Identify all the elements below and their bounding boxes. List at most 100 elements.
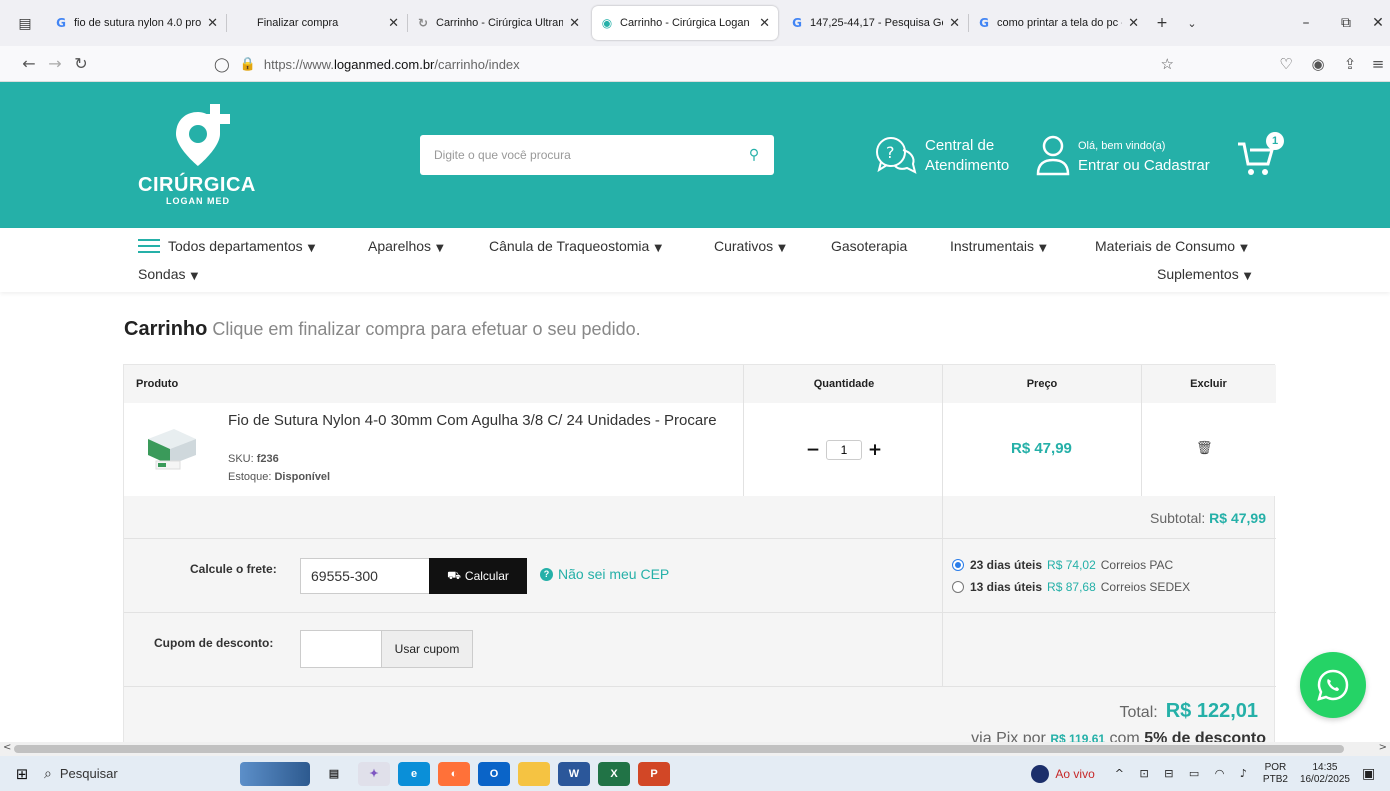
pocket-icon[interactable]: ♡ bbox=[1270, 55, 1302, 73]
tray-icons[interactable]: ^ ⊡ ⊟ ▭ ◠ ♪ bbox=[1115, 767, 1253, 780]
user-greeting: Olá, bem vindo(a) bbox=[1078, 140, 1166, 152]
tab-title: 147,25-44,17 - Pesquisa Goo bbox=[810, 17, 944, 29]
shield-icon[interactable]: ◯ bbox=[214, 56, 230, 73]
clock[interactable]: 14:35 16/02/2025 bbox=[1300, 762, 1350, 786]
tab-carrinho-ultramed[interactable]: ↻ Carrinho - Cirúrgica Ultrame ✕ bbox=[408, 6, 588, 40]
search-icon[interactable]: ⚲ bbox=[734, 147, 774, 163]
close-window-icon[interactable]: ✕ bbox=[1366, 15, 1390, 31]
nav-sondas[interactable]: Sondas ▼ bbox=[138, 266, 198, 282]
apply-coupon-button[interactable]: Usar cupom bbox=[381, 630, 473, 668]
close-icon[interactable]: ✕ bbox=[207, 15, 218, 31]
nav-instrumentais[interactable]: Instrumentais ▼ bbox=[950, 238, 1047, 254]
question-icon: ? bbox=[540, 567, 553, 581]
forward-icon[interactable]: → bbox=[42, 54, 68, 73]
horizontal-scrollbar[interactable]: < > bbox=[0, 742, 1390, 756]
cep-input[interactable] bbox=[300, 558, 430, 594]
tab-carrinho-logan[interactable]: ◉ Carrinho - Cirúrgica Logan ✕ bbox=[592, 6, 778, 40]
reload-icon[interactable]: ↻ bbox=[68, 54, 94, 73]
menu-icon[interactable]: ≡ bbox=[1366, 55, 1390, 73]
calculate-shipping-button[interactable]: ⛟ Calcular bbox=[429, 558, 527, 594]
notification-icon[interactable]: ▣ bbox=[1362, 766, 1390, 782]
decrease-quantity-button[interactable]: − bbox=[804, 440, 822, 460]
nav-canula[interactable]: Cânula de Traqueostomia ▼ bbox=[489, 238, 662, 254]
no-cep-link[interactable]: ? Não sei meu CEP bbox=[540, 566, 669, 582]
shipping-option-sedex[interactable]: 13 dias úteis R$ 87,68 Correios SEDEX bbox=[952, 580, 1190, 594]
lock-icon[interactable]: 🔒 bbox=[240, 56, 256, 72]
tab-list-icon[interactable]: ▤ bbox=[10, 8, 40, 38]
close-icon[interactable]: ✕ bbox=[569, 15, 580, 31]
nav-curativos[interactable]: Curativos ▼ bbox=[714, 238, 786, 254]
tab-title: Finalizar compra bbox=[257, 17, 339, 29]
chevron-down-icon: ▼ bbox=[778, 243, 786, 254]
restore-icon[interactable]: ⧉ bbox=[1326, 15, 1366, 31]
trash-icon[interactable]: 🗑 bbox=[1196, 441, 1213, 456]
google-icon: G bbox=[56, 16, 66, 30]
excel-icon[interactable]: X bbox=[598, 761, 630, 786]
search-bar: ⚲ bbox=[420, 135, 774, 175]
product-name[interactable]: Fio de Sutura Nylon 4-0 30mm Com Agulha … bbox=[228, 411, 728, 430]
tab-google-printar[interactable]: G como printar a tela do pc - ✕ bbox=[969, 6, 1147, 40]
url-path: /carrinho/index bbox=[434, 56, 520, 72]
tab-google-coordenadas[interactable]: G 147,25-44,17 - Pesquisa Goo ✕ bbox=[782, 6, 968, 40]
whatsapp-button[interactable] bbox=[1300, 652, 1366, 718]
tab-google-sutura[interactable]: G fio de sutura nylon 4.0 proca ✕ bbox=[46, 6, 226, 40]
tab-finalizar-compra[interactable]: Finalizar compra ✕ bbox=[227, 6, 407, 40]
task-view-icon[interactable]: ▤ bbox=[318, 762, 350, 786]
close-icon[interactable]: ✕ bbox=[759, 15, 770, 31]
chevron-down-icon: ▼ bbox=[1240, 243, 1248, 254]
chevron-down-icon[interactable]: ⌄ bbox=[1177, 17, 1207, 30]
language-indicator[interactable]: POR PTB2 bbox=[1263, 762, 1288, 786]
user-icon bbox=[1036, 135, 1070, 176]
chevron-down-icon: ▼ bbox=[436, 243, 444, 254]
account-icon[interactable]: ◉ bbox=[1302, 55, 1334, 73]
page-title: Carrinho Clique em finalizar compra para… bbox=[124, 318, 641, 341]
scrollbar-thumb[interactable] bbox=[14, 745, 1344, 753]
close-icon[interactable]: ✕ bbox=[1128, 15, 1139, 31]
logo[interactable]: CIRÚRGICA LOGAN MED bbox=[138, 104, 268, 206]
help-center[interactable]: ? Central de Atendimento bbox=[873, 134, 1009, 178]
edge-icon[interactable]: e bbox=[398, 761, 430, 786]
scroll-left-icon[interactable]: < bbox=[3, 742, 11, 753]
url-bar[interactable]: ◯ 🔒 https://www. loganmed.com.br/carrinho… bbox=[214, 50, 1174, 78]
taskbar-search[interactable]: ⌕ Pesquisar bbox=[44, 756, 234, 791]
logo-cross-pin-icon bbox=[176, 104, 230, 166]
nav-aparelhos[interactable]: Aparelhos ▼ bbox=[368, 238, 444, 254]
nav-gasoterapia[interactable]: Gasoterapia bbox=[831, 238, 907, 254]
login-link[interactable]: Entrar ou Cadastrar bbox=[1078, 157, 1210, 174]
share-icon[interactable]: ⇪ bbox=[1334, 55, 1366, 73]
back-icon[interactable]: ← bbox=[16, 54, 42, 73]
coupon-row: Cupom de desconto: Usar cupom bbox=[124, 612, 1276, 686]
svg-text:?: ? bbox=[886, 143, 895, 162]
firefox-icon[interactable]: ◐ bbox=[438, 761, 470, 786]
dolphin-widget-icon[interactable] bbox=[240, 761, 310, 786]
coupon-input[interactable] bbox=[300, 630, 382, 668]
new-tab-icon[interactable]: + bbox=[1147, 15, 1177, 31]
copilot-icon[interactable]: ✦ bbox=[358, 761, 390, 786]
outlook-icon[interactable]: O bbox=[478, 761, 510, 786]
bookmark-star-icon[interactable]: ☆ bbox=[1161, 55, 1174, 73]
user-account[interactable]: Olá, bem vindo(a) Entrar ou Cadastrar bbox=[1036, 134, 1210, 178]
search-input[interactable] bbox=[420, 135, 734, 175]
scroll-right-icon[interactable]: > bbox=[1379, 742, 1387, 753]
nav-materiais[interactable]: Materiais de Consumo ▼ bbox=[1095, 238, 1248, 254]
radio-sedex[interactable] bbox=[952, 581, 964, 593]
product-image[interactable] bbox=[144, 425, 200, 475]
live-news-widget[interactable]: Ao vivo bbox=[1031, 764, 1095, 783]
close-icon[interactable]: ✕ bbox=[388, 15, 399, 31]
close-icon[interactable]: ✕ bbox=[949, 15, 960, 31]
powerpoint-icon[interactable]: P bbox=[638, 761, 670, 786]
quantity-stepper: − + bbox=[804, 440, 884, 460]
shipping-option-pac[interactable]: 23 dias úteis R$ 74,02 Correios PAC bbox=[952, 558, 1173, 572]
increase-quantity-button[interactable]: + bbox=[866, 440, 884, 460]
chevron-down-icon: ▼ bbox=[307, 243, 316, 254]
nav-all-departments[interactable]: Todos departamentos ▼ bbox=[138, 238, 315, 254]
minimize-icon[interactable]: – bbox=[1286, 15, 1326, 31]
word-icon[interactable]: W bbox=[558, 761, 590, 786]
cart-button[interactable]: 1 bbox=[1236, 132, 1290, 178]
file-explorer-icon[interactable] bbox=[518, 761, 550, 786]
windows-start-icon[interactable]: ⊞ bbox=[0, 765, 44, 783]
nav-suplementos[interactable]: Suplementos ▼ bbox=[1157, 266, 1251, 282]
quantity-input[interactable] bbox=[826, 440, 862, 460]
hamburger-icon bbox=[138, 239, 160, 253]
radio-pac[interactable] bbox=[952, 559, 964, 571]
